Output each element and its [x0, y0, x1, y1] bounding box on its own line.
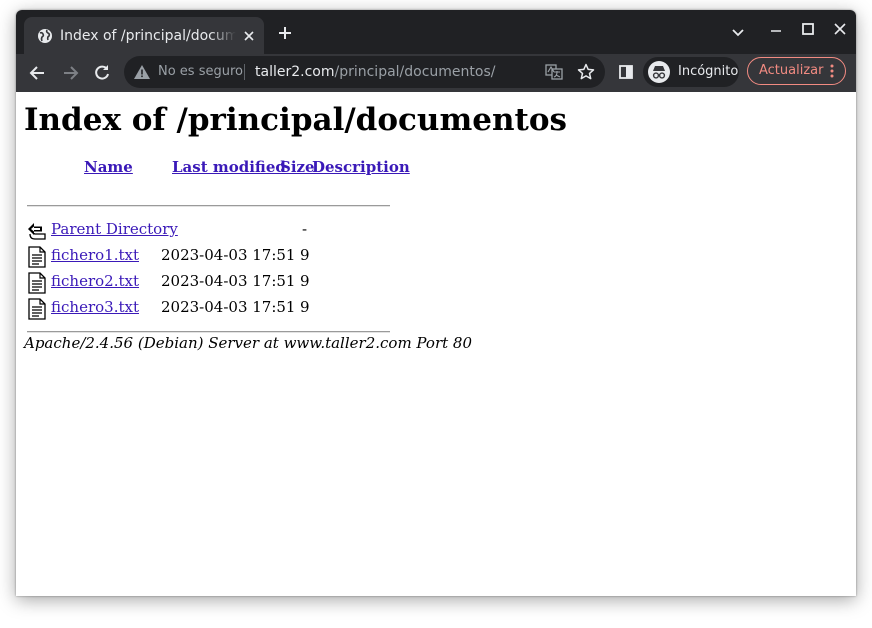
side-panel-icon[interactable]: [618, 64, 634, 80]
sort-by-modified-link[interactable]: Last modified: [172, 158, 286, 176]
modified-value: 2023-04-03 17:51: [161, 298, 296, 316]
text-file-icon: [28, 246, 46, 268]
header-divider: [27, 205, 390, 206]
parent-directory-link[interactable]: Parent Directory: [51, 220, 178, 238]
update-label: Actualizar: [759, 63, 824, 78]
new-tab-icon[interactable]: [277, 25, 293, 41]
browser-window: Index of /principal/documentos: [16, 10, 856, 596]
url-path: /principal/documentos/: [334, 64, 496, 80]
size-value: 9: [300, 298, 310, 316]
tab-strip: Index of /principal/documentos: [16, 10, 856, 54]
security-status[interactable]: No es seguro: [158, 62, 243, 82]
page-title: Index of /principal/documentos: [24, 102, 567, 138]
globe-icon: [38, 29, 52, 43]
address-bar[interactable]: No es seguro taller2.com/principal/docum…: [124, 56, 605, 88]
translate-icon[interactable]: [545, 64, 563, 80]
list-item: fichero3.txt 2023-04-03 17:51 9: [24, 295, 404, 321]
back-arrow-icon[interactable]: [28, 63, 48, 83]
update-button[interactable]: Actualizar: [747, 57, 846, 85]
minimize-icon[interactable]: [768, 22, 784, 38]
list-item: fichero2.txt 2023-04-03 17:51 9: [24, 269, 404, 295]
size-value: 9: [300, 246, 310, 264]
list-item: fichero1.txt 2023-04-03 17:51 9: [24, 243, 404, 269]
close-window-icon[interactable]: [832, 21, 848, 37]
size-value: -: [302, 220, 308, 238]
modified-value: 2023-04-03 17:51: [161, 246, 296, 264]
sort-by-name-link[interactable]: Name: [84, 158, 133, 176]
footer-divider: [27, 331, 390, 332]
incognito-label: Incógnito: [678, 64, 739, 79]
file-link[interactable]: fichero3.txt: [51, 298, 139, 316]
back-icon: [28, 223, 46, 240]
warning-icon[interactable]: [134, 65, 150, 79]
tab-active[interactable]: Index of /principal/documentos: [24, 17, 264, 54]
chevron-down-icon[interactable]: [730, 28, 746, 38]
close-tab-icon[interactable]: [242, 29, 256, 43]
text-file-icon: [28, 272, 46, 294]
more-menu-icon[interactable]: [830, 64, 834, 78]
reload-icon[interactable]: [92, 63, 112, 83]
forward-arrow-icon[interactable]: [60, 63, 80, 83]
omnibox-divider: [244, 64, 245, 80]
incognito-indicator[interactable]: Incógnito: [643, 57, 739, 87]
server-signature: Apache/2.4.56 (Debian) Server at www.tal…: [24, 334, 473, 352]
bookmark-star-icon[interactable]: [577, 63, 595, 81]
page-content: Index of /principal/documentos Name Last…: [16, 92, 856, 596]
url-text[interactable]: taller2.com/principal/documentos/: [255, 62, 495, 82]
maximize-icon[interactable]: [800, 21, 816, 37]
incognito-icon: [648, 61, 670, 83]
file-link[interactable]: fichero1.txt: [51, 246, 139, 264]
file-link[interactable]: fichero2.txt: [51, 272, 139, 290]
list-item: Parent Directory -: [24, 217, 404, 243]
sort-by-description-link[interactable]: Description: [312, 158, 410, 176]
tab-title: Index of /principal/documentos: [60, 28, 236, 44]
size-value: 9: [300, 272, 310, 290]
sort-by-size-link[interactable]: Size: [280, 158, 315, 176]
text-file-icon: [28, 298, 46, 320]
url-host: taller2.com: [255, 64, 335, 80]
toolbar: No es seguro taller2.com/principal/docum…: [16, 54, 856, 92]
modified-value: 2023-04-03 17:51: [161, 272, 296, 290]
